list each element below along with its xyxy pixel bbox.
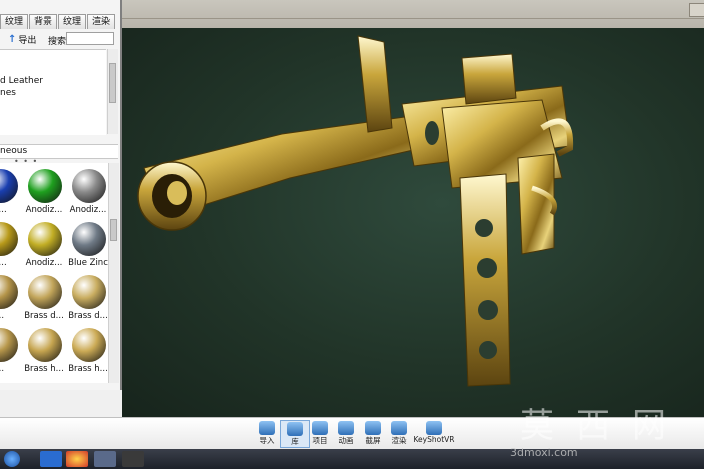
material-thumbnail[interactable]: e... <box>0 218 22 270</box>
material-thumbnail[interactable]: Brass h... <box>22 324 66 376</box>
material-thumbnail[interactable]: ... <box>0 324 22 376</box>
material-grid: e... Anodiz... Anodiz... e... Anodiz... Blue … <box>0 163 108 383</box>
material-sphere-icon <box>28 222 62 256</box>
library-icon <box>287 422 303 436</box>
tab-render[interactable]: 渲染 <box>87 14 116 29</box>
material-sphere-icon <box>28 328 62 362</box>
material-label: Blue Zinc <box>68 258 108 268</box>
app-taskbar-icon[interactable] <box>94 451 116 467</box>
material-sphere-icon <box>28 169 62 203</box>
material-thumbnail[interactable]: ... <box>0 271 22 323</box>
app-taskbar-icon[interactable] <box>122 451 144 467</box>
tab-background[interactable]: 背景 <box>29 14 58 29</box>
watermark-url: 3dmoxi.com <box>510 446 578 459</box>
material-scrollbar-thumb[interactable] <box>110 219 117 241</box>
library-tabs: 纹理 背景 纹理 渲染 <box>0 14 118 29</box>
material-scrollbar[interactable] <box>108 163 119 383</box>
render-icon <box>391 421 407 435</box>
tree-item[interactable]: nes <box>0 88 16 98</box>
material-label: Brass d... <box>24 311 64 321</box>
material-thumbnail[interactable]: Anodiz... <box>66 165 108 217</box>
material-thumbnail[interactable]: Brass d... <box>66 271 108 323</box>
export-label: 导出 <box>18 36 37 46</box>
search-label: 搜索 <box>48 37 67 47</box>
toolbar-label: 导入 <box>259 436 275 445</box>
tab-texture[interactable]: 纹理 <box>58 14 87 29</box>
material-sphere-icon <box>72 328 106 362</box>
tree-scrollbar[interactable] <box>107 49 118 134</box>
library-panel: 纹理 背景 纹理 渲染 ↑ 导出 搜索 d Leather nes neous … <box>0 0 122 390</box>
toolbar-label: 动画 <box>338 436 354 445</box>
material-thumbnail[interactable]: e... <box>0 165 22 217</box>
toolbar-keyshotvr-button[interactable]: KeyShotVR <box>412 420 456 448</box>
material-label: Anodiz... <box>69 205 107 215</box>
rifle-model <box>137 35 574 387</box>
toolbar-import-button[interactable]: 导入 <box>252 420 282 448</box>
category-label: neous <box>0 146 28 156</box>
start-button[interactable] <box>4 451 20 467</box>
render-viewport[interactable] <box>122 28 704 417</box>
up-arrow-icon: ↑ <box>8 34 17 45</box>
material-sphere-icon <box>72 222 106 256</box>
material-sphere-icon <box>28 275 62 309</box>
material-thumbnail[interactable]: Brass h... <box>66 324 108 376</box>
toolbar-label: 渲染 <box>391 436 407 445</box>
tab-material[interactable]: 纹理 <box>0 14 29 29</box>
search-input[interactable] <box>66 32 114 45</box>
tree-scrollbar-thumb[interactable] <box>109 63 116 103</box>
material-sphere-icon <box>0 275 18 309</box>
keyshotvr-icon <box>426 421 442 435</box>
tree-item[interactable]: d Leather <box>0 76 43 86</box>
material-thumbnail[interactable]: Brass d... <box>22 271 66 323</box>
material-label: Anodiz... <box>25 258 63 268</box>
material-thumbnail[interactable]: Anodiz... <box>22 165 66 217</box>
material-label: Anodiz... <box>25 205 63 215</box>
window-control-button[interactable] <box>689 3 704 17</box>
material-label: e... <box>0 205 7 215</box>
export-button[interactable]: ↑ 导出 <box>8 33 36 46</box>
title-bar-divider <box>122 18 704 19</box>
chrome-taskbar-icon[interactable] <box>66 451 88 467</box>
project-icon <box>312 421 328 435</box>
material-label: Brass h... <box>24 364 64 374</box>
material-label: ... <box>0 364 5 374</box>
material-label: ... <box>0 311 5 321</box>
os-taskbar <box>0 449 704 469</box>
material-thumbnail[interactable]: Anodiz... <box>22 218 66 270</box>
material-thumbnail[interactable]: Blue Zinc <box>66 218 108 270</box>
library-toolbar: ↑ 导出 搜索 <box>0 30 118 48</box>
material-label: Brass d... <box>68 311 108 321</box>
screenshot-icon <box>365 421 381 435</box>
material-sphere-icon <box>72 169 106 203</box>
animation-icon <box>338 421 354 435</box>
category-tree[interactable]: d Leather nes <box>0 49 106 135</box>
watermark-logo: 莫西网 <box>520 406 688 446</box>
material-label: e... <box>0 258 7 268</box>
material-sphere-icon <box>0 169 18 203</box>
material-sphere-icon <box>0 222 18 256</box>
material-sphere-icon <box>72 275 106 309</box>
ie-taskbar-icon[interactable] <box>40 451 62 467</box>
material-label: Brass h... <box>68 364 108 374</box>
import-icon <box>259 421 275 435</box>
toolbar-animation-button[interactable]: 动画 <box>331 420 361 448</box>
toolbar-render-button[interactable]: 渲染 <box>384 420 414 448</box>
toolbar-label: KeyShotVR <box>413 435 455 444</box>
material-sphere-icon <box>0 328 18 362</box>
